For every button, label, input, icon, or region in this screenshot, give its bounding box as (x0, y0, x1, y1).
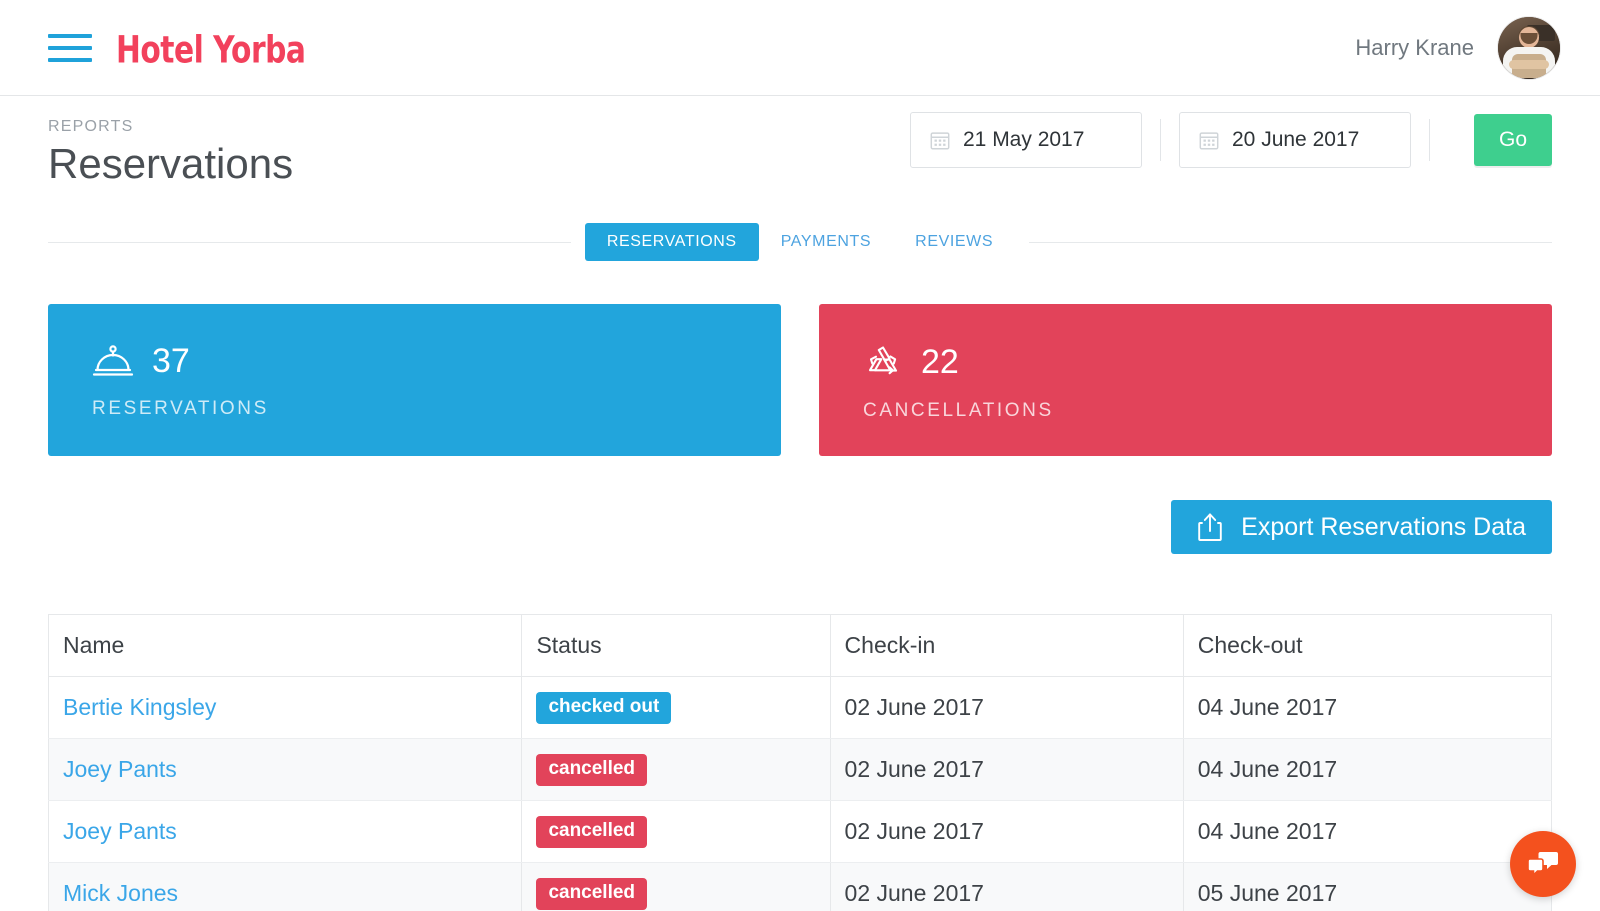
export-reservations-data-button[interactable]: Export Reservations Data (1171, 500, 1552, 554)
table-row: Joey Pants cancelled 02 June 2017 04 Jun… (47, 800, 1553, 863)
avatar-arms (1509, 59, 1549, 69)
recycle-icon (868, 346, 898, 375)
guest-name-link[interactable]: Bertie Kingsley (63, 694, 216, 720)
tab-reservations[interactable]: RESERVATIONS (584, 223, 759, 261)
hamburger-line (48, 58, 92, 62)
start-date-field[interactable]: 21 May 2017 (910, 112, 1142, 168)
cell-status: checked out (521, 676, 831, 739)
column-header-checkin: Check-in (829, 614, 1184, 677)
cell-name: Joey Pants (47, 738, 523, 801)
calendar-icon (1199, 132, 1219, 150)
avatar[interactable] (1498, 16, 1560, 79)
export-button-label: Export Reservations Data (1241, 512, 1526, 541)
column-header-status: Status (521, 614, 831, 677)
chat-widget-button[interactable] (1510, 831, 1576, 897)
date-range-filter: 21 May 2017 20 June 2017 Go (910, 112, 1552, 168)
reservations-table-container: Name Status Check-in Check-out Bertie Ki… (47, 614, 1553, 911)
hamburger-line (48, 46, 92, 50)
divider (1160, 119, 1161, 161)
export-upload-icon (1198, 513, 1222, 541)
tab-payments[interactable]: PAYMENTS (759, 223, 893, 261)
hamburger-menu-icon[interactable] (48, 34, 92, 62)
cell-checkout: 04 June 2017 (1182, 738, 1553, 801)
cell-status: cancelled (521, 800, 831, 863)
status-badge: cancelled (536, 877, 648, 910)
guest-name-link[interactable]: Mick Jones (63, 880, 178, 906)
calendar-icon (930, 132, 950, 150)
guest-name-link[interactable]: Joey Pants (63, 818, 177, 844)
hamburger-line (48, 34, 92, 38)
cell-name: Joey Pants (47, 800, 523, 863)
cell-checkin: 02 June 2017 (829, 738, 1184, 801)
cell-status: cancelled (521, 738, 831, 801)
chat-bubbles-icon (1527, 852, 1558, 877)
stat-card-cancellations[interactable]: 22 CANCELLATIONS (819, 304, 1552, 456)
export-row: Export Reservations Data (48, 500, 1552, 554)
cell-checkout: 04 June 2017 (1182, 800, 1553, 863)
cell-name: Mick Jones (47, 862, 523, 911)
table-row: Bertie Kingsley checked out 02 June 2017… (47, 676, 1553, 739)
top-navigation-bar: Hotel Yorba Harry Krane (0, 0, 1600, 96)
end-date-field[interactable]: 20 June 2017 (1179, 112, 1411, 168)
end-date-value: 20 June 2017 (1232, 128, 1360, 151)
cell-checkin: 02 June 2017 (829, 862, 1184, 911)
cell-checkout: 04 June 2017 (1182, 676, 1553, 739)
tab-reviews[interactable]: REVIEWS (893, 223, 1015, 261)
stat-value-reservations: 37 (152, 342, 190, 380)
cell-checkout: 05 June 2017 (1182, 862, 1553, 911)
page-header: REPORTS Reservations 21 May 2017 20 June… (0, 96, 1600, 206)
cell-checkin: 02 June 2017 (829, 676, 1184, 739)
cell-checkin: 02 June 2017 (829, 800, 1184, 863)
guest-name-link[interactable]: Joey Pants (63, 756, 177, 782)
user-name-label: Harry Krane (1355, 34, 1474, 60)
stat-card-reservations[interactable]: 37 RESERVATIONS (48, 304, 781, 456)
table-row: Joey Pants cancelled 02 June 2017 04 Jun… (47, 738, 1553, 801)
cell-name: Bertie Kingsley (47, 676, 523, 739)
column-header-checkout: Check-out (1182, 614, 1553, 677)
go-button[interactable]: Go (1474, 114, 1552, 166)
start-date-value: 21 May 2017 (963, 128, 1085, 151)
table-header-row: Name Status Check-in Check-out (47, 614, 1553, 677)
status-badge: cancelled (536, 815, 648, 848)
column-header-name: Name (47, 614, 523, 677)
stat-cards: 37 RESERVATIONS 22 CANCELLATIONS (48, 304, 1552, 456)
cell-status: cancelled (521, 862, 831, 911)
reservations-table: Name Status Check-in Check-out Bertie Ki… (47, 614, 1553, 911)
status-badge: checked out (536, 692, 672, 724)
status-badge: cancelled (536, 753, 648, 786)
brand-logo[interactable]: Hotel Yorba (116, 28, 306, 72)
table-row: Mick Jones cancelled 02 June 2017 05 Jun… (47, 862, 1553, 911)
divider (1429, 119, 1430, 161)
stat-label-reservations: RESERVATIONS (92, 398, 269, 419)
report-tabs: RESERVATIONS PAYMENTS REVIEWS (48, 220, 1552, 264)
concierge-bell-icon (92, 345, 134, 376)
stat-label-cancellations: CANCELLATIONS (863, 400, 1054, 421)
stat-value-cancellations: 22 (921, 343, 959, 381)
user-menu[interactable]: Harry Krane (1355, 16, 1560, 79)
